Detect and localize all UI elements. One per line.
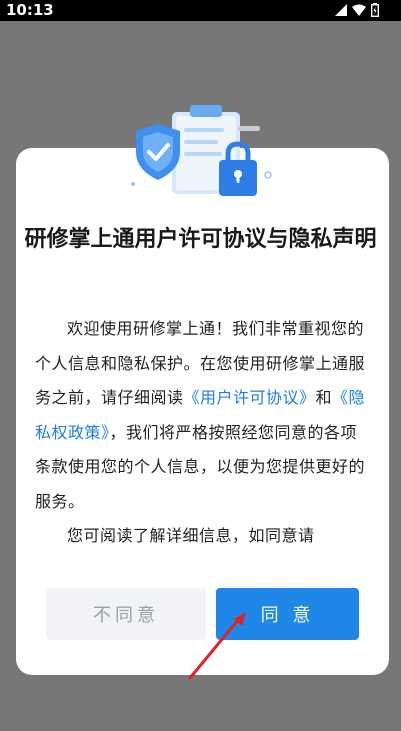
status-time: 10:13 [6,1,54,19]
agreement-para2: 您可阅读了解详细信息，如同意请 [67,526,315,545]
dialog-title: 研修掌上通用户许可协议与隐私声明 [24,227,377,252]
privacy-illustration [131,105,272,196]
license-agreement-link[interactable]: 《用户许可协议》 [184,388,316,407]
status-bar: 10:13 [0,0,401,21]
cellular-signal-icon [335,4,347,16]
agreement-body-scroll[interactable]: 欢迎使用研修掌上通！我们非常重视您的个人信息和隐私保护。在您使用研修掌上通服务之… [35,312,370,568]
status-icons [335,3,379,17]
agreement-connector: 和 [315,388,333,407]
agreement-paragraph-2: 您可阅读了解详细信息，如同意请 [35,519,370,554]
battery-icon [371,3,379,17]
agreement-body-text: 欢迎使用研修掌上通！我们非常重视您的个人信息和隐私保护。在您使用研修掌上通服务之… [35,312,370,554]
wifi-icon [352,4,366,16]
agree-button[interactable]: 同 意 [216,588,359,640]
agreement-paragraph-1: 欢迎使用研修掌上通！我们非常重视您的个人信息和隐私保护。在您使用研修掌上通服务之… [35,312,370,519]
disagree-button[interactable]: 不同意 [46,588,206,640]
